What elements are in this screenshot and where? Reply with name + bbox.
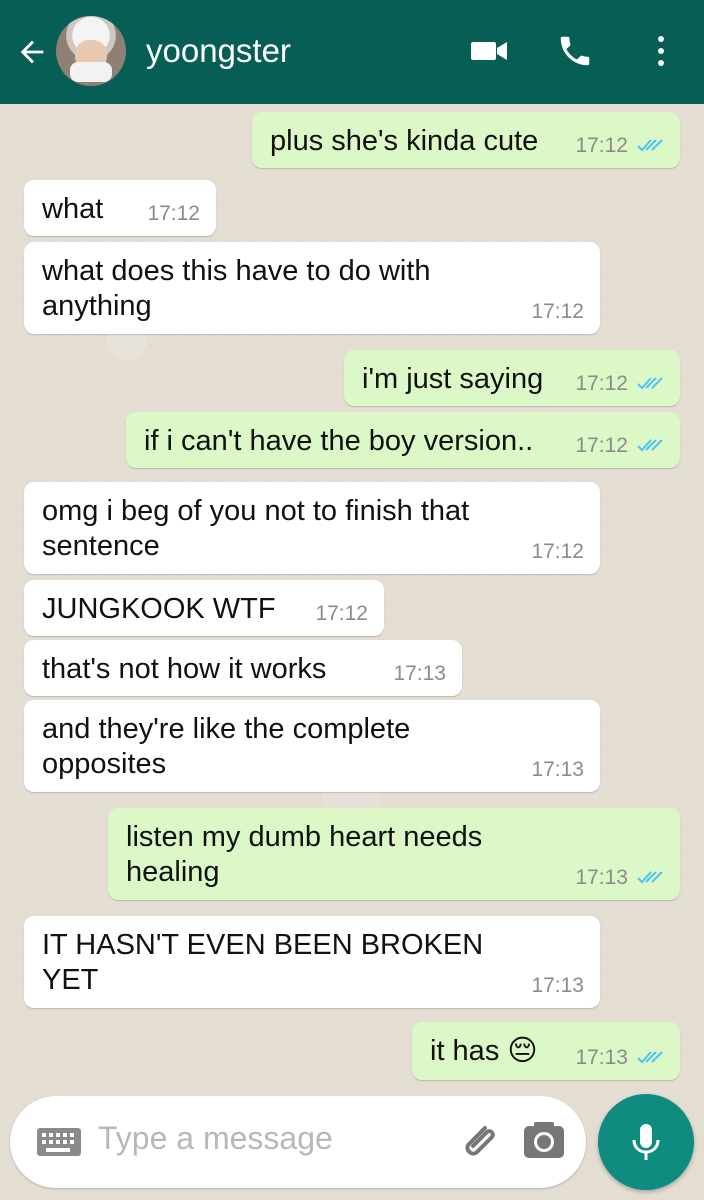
avatar-mask	[70, 62, 112, 82]
read-check-icon	[637, 1051, 663, 1064]
message-text: if i can't have the boy version..	[144, 425, 534, 457]
more-vertical-icon	[658, 36, 664, 66]
message-time: 17:13	[531, 973, 584, 997]
message-meta: 17:13	[531, 973, 584, 998]
message-meta: 17:12	[575, 371, 664, 396]
camera-icon[interactable]	[520, 1116, 568, 1164]
message-text: what does this have to do with anything	[42, 255, 431, 322]
message-text: what	[42, 193, 104, 225]
message-meta: 17:13	[575, 865, 664, 890]
message-text: listen my dumb heart needs healing	[126, 821, 483, 888]
message-bubble-outgoing[interactable]: i'm just saying 17:12	[344, 350, 680, 406]
message-text: omg i beg of you not to finish that sent…	[42, 495, 470, 562]
message-time: 17:12	[531, 539, 584, 563]
paperclip-icon[interactable]	[458, 1118, 504, 1164]
message-bubble-outgoing[interactable]: plus she's kinda cute 17:12	[252, 112, 680, 168]
keyboard-icon[interactable]	[36, 1126, 82, 1158]
read-check-icon	[637, 871, 663, 884]
message-time: 17:13	[531, 757, 584, 781]
message-bubble-incoming[interactable]: IT HASN'T EVEN BEEN BROKEN YET 17:13	[24, 916, 600, 1008]
message-meta: 17:12	[575, 133, 664, 158]
more-options-button[interactable]	[634, 24, 688, 78]
message-meta: 17:13	[531, 757, 584, 782]
message-time: 17:12	[315, 601, 368, 625]
message-composer[interactable]: Type a message	[10, 1096, 586, 1188]
read-check-icon	[637, 439, 663, 452]
message-bubble-outgoing[interactable]: listen my dumb heart needs healing 17:13	[108, 808, 680, 900]
chat-header: yoongster	[0, 0, 704, 104]
microphone-icon	[632, 1124, 660, 1160]
message-time: 17:12	[147, 201, 200, 225]
message-text: plus she's kinda cute	[270, 125, 539, 157]
avatar[interactable]	[56, 16, 126, 86]
message-meta: 17:13	[575, 1045, 664, 1070]
message-meta: 17:12	[575, 433, 664, 458]
read-check-icon	[637, 377, 663, 390]
message-bubble-incoming[interactable]: that's not how it works 17:13	[24, 640, 462, 696]
video-call-button[interactable]	[462, 24, 516, 78]
message-meta: 17:13	[393, 661, 446, 686]
message-bubble-outgoing[interactable]: it has 😔 17:13	[412, 1022, 680, 1080]
message-time: 17:12	[575, 371, 628, 395]
message-bubble-incoming[interactable]: what 17:12	[24, 180, 216, 236]
message-meta: 17:12	[531, 299, 584, 324]
message-time: 17:12	[575, 433, 628, 457]
voice-call-button[interactable]	[548, 24, 602, 78]
back-button[interactable]	[12, 30, 52, 74]
message-time: 17:13	[393, 661, 446, 685]
message-text: and they're like the complete opposites	[42, 713, 411, 780]
message-text: JUNGKOOK WTF	[42, 593, 276, 625]
phone-icon	[560, 36, 590, 66]
message-bubble-outgoing[interactable]: if i can't have the boy version.. 17:12	[126, 412, 680, 468]
contact-name[interactable]: yoongster	[146, 32, 291, 70]
message-time: 17:12	[575, 133, 628, 157]
message-meta: 17:12	[531, 539, 584, 564]
voice-message-button[interactable]	[598, 1094, 694, 1190]
video-call-icon	[471, 42, 507, 60]
message-meta: 17:12	[315, 601, 368, 626]
message-time: 17:13	[575, 1045, 628, 1069]
message-bubble-incoming[interactable]: omg i beg of you not to finish that sent…	[24, 482, 600, 574]
message-bubble-incoming[interactable]: and they're like the complete opposites …	[24, 700, 600, 792]
message-text: i'm just saying	[362, 363, 544, 395]
message-bubble-incoming[interactable]: what does this have to do with anything …	[24, 242, 600, 334]
message-time: 17:13	[575, 865, 628, 889]
message-input[interactable]: Type a message	[98, 1120, 333, 1157]
chat-area[interactable]: plus she's kinda cute 17:12 what 17:12 w…	[0, 104, 704, 1086]
message-meta: 17:12	[147, 201, 200, 226]
arrow-left-icon	[20, 40, 44, 64]
message-text: IT HASN'T EVEN BEEN BROKEN YET	[42, 929, 484, 996]
message-bubble-incoming[interactable]: JUNGKOOK WTF 17:12	[24, 580, 384, 636]
message-time: 17:12	[531, 299, 584, 323]
message-text: that's not how it works	[42, 653, 327, 685]
read-check-icon	[637, 139, 663, 152]
message-text: it has 😔	[430, 1035, 538, 1067]
